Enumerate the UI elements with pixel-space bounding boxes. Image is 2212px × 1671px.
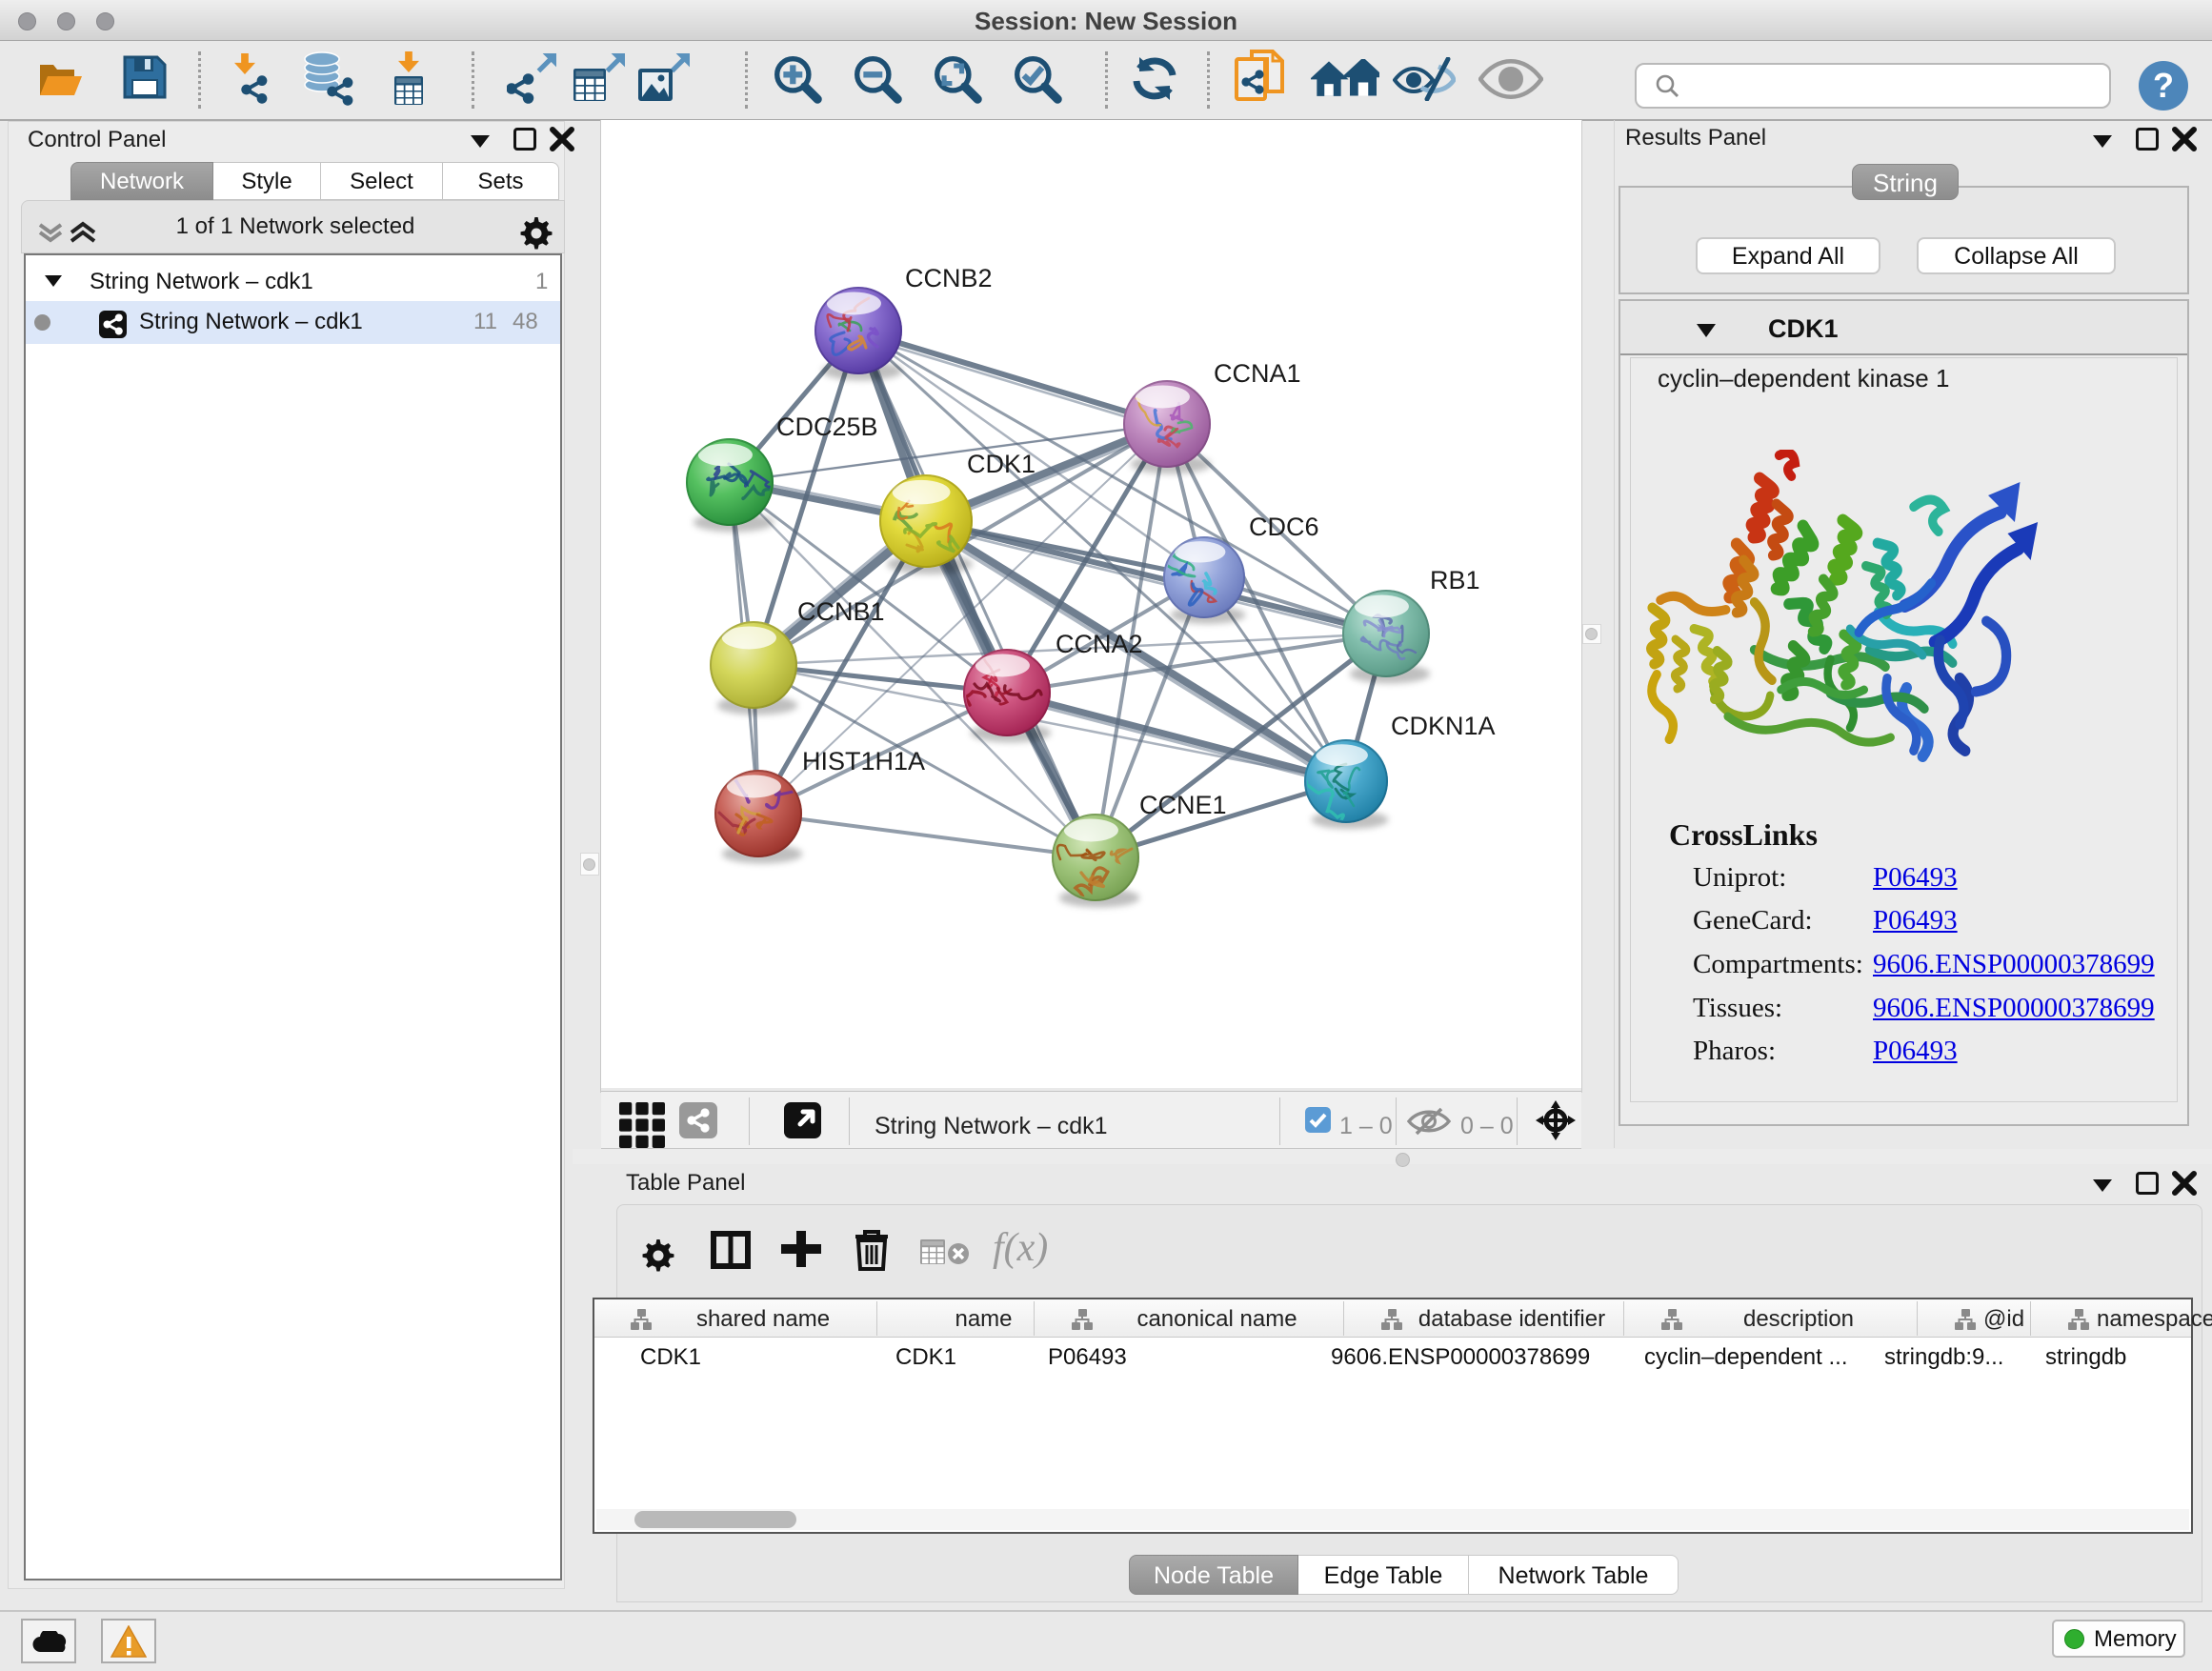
svg-text:CDC6: CDC6: [1249, 513, 1319, 541]
svg-text:CCNA1: CCNA1: [1214, 359, 1301, 388]
svg-text:CDC25B: CDC25B: [776, 413, 878, 441]
svg-text:CCNB2: CCNB2: [905, 264, 993, 292]
svg-text:CCNA2: CCNA2: [1056, 630, 1143, 658]
svg-text:CCNE1: CCNE1: [1139, 791, 1227, 819]
svg-text:CDKN1A: CDKN1A: [1391, 712, 1496, 740]
svg-text:CDK1: CDK1: [967, 450, 1036, 478]
svg-text:HIST1H1A: HIST1H1A: [802, 747, 925, 775]
svg-text:CCNB1: CCNB1: [797, 597, 885, 626]
svg-text:RB1: RB1: [1430, 566, 1480, 594]
